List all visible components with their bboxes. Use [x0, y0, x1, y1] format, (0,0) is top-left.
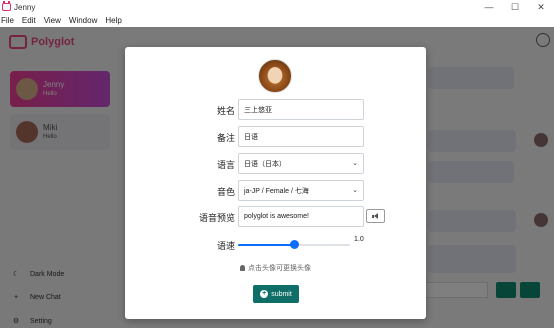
hint-text: 点击头像可更换头像	[248, 265, 311, 272]
chevron-down-icon: ⌄	[352, 187, 358, 194]
preview-text-field[interactable]: polyglot is awesome!	[238, 206, 364, 227]
note-field[interactable]: 日语	[238, 126, 364, 147]
speaker-icon	[372, 212, 379, 220]
preview-label: 语音预览	[198, 213, 235, 223]
lightbulb-icon	[240, 265, 245, 271]
submit-label: submit	[271, 290, 292, 298]
submit-button[interactable]: + submit	[253, 285, 299, 303]
voice-select[interactable]: ja-JP / Female / 七海 ⌄	[238, 180, 364, 201]
menu-bar: File Edit View Window Help	[0, 14, 554, 27]
contact-edit-modal: 姓名 三上悠亚 备注 日语 语言 日语（日本） ⌄ 音色 ja-JP / Fem…	[125, 47, 426, 319]
window-title: Jenny	[14, 2, 36, 12]
chevron-down-icon: ⌄	[352, 160, 358, 167]
slider-thumb[interactable]	[289, 240, 299, 249]
menu-help[interactable]: Help	[101, 16, 125, 25]
language-value: 日语（日本）	[244, 160, 286, 168]
maximize-button[interactable]: ☐	[502, 0, 528, 14]
app-logo-icon	[2, 1, 11, 11]
window-controls: — ☐ ✕	[476, 0, 554, 14]
voice-label: 音色	[216, 187, 235, 197]
close-button[interactable]: ✕	[528, 0, 554, 14]
name-label: 姓名	[216, 106, 235, 116]
language-label: 语言	[216, 160, 235, 170]
name-field[interactable]: 三上悠亚	[238, 99, 364, 120]
language-select[interactable]: 日语（日本） ⌄	[238, 153, 364, 174]
plus-circle-icon: +	[260, 290, 269, 298]
avatar[interactable]	[258, 59, 292, 93]
speed-slider[interactable]	[238, 240, 350, 250]
avatar-hint: 点击头像可更换头像	[125, 263, 426, 273]
minimize-button[interactable]: —	[476, 0, 502, 14]
note-label: 备注	[216, 133, 235, 143]
menu-window[interactable]: Window	[65, 16, 101, 25]
menu-edit[interactable]: Edit	[18, 16, 40, 25]
play-preview-button[interactable]	[366, 209, 385, 223]
speed-label: 语速	[216, 241, 235, 251]
voice-value: ja-JP / Female / 七海	[244, 187, 309, 195]
slider-fill	[238, 244, 294, 246]
title-bar: Jenny — ☐ ✕	[0, 0, 554, 14]
menu-file[interactable]: File	[0, 16, 18, 25]
speed-value: 1.0	[354, 236, 364, 243]
menu-view[interactable]: View	[40, 16, 65, 25]
